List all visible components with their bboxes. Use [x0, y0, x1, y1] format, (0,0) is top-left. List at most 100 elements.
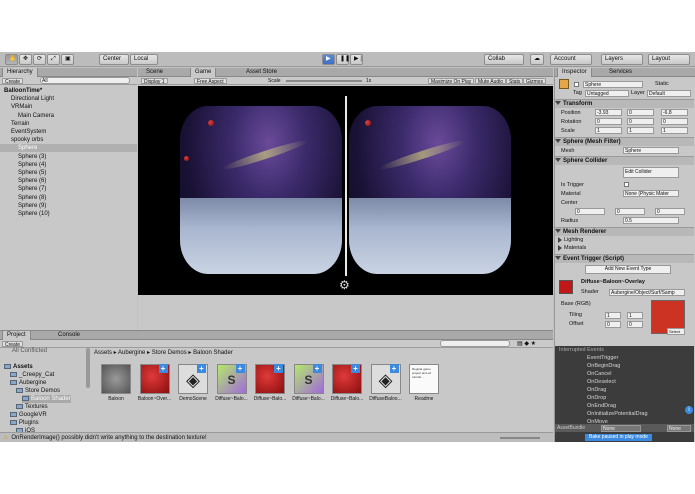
offset-y[interactable]: 0 — [627, 321, 643, 328]
expand-plus-icon[interactable]: + — [312, 364, 322, 373]
mesh-field[interactable]: Sphere — [623, 147, 679, 154]
hierarchy-item[interactable]: Sphere (6) — [0, 177, 137, 185]
event-trigger-header[interactable]: Event Trigger (Script) — [555, 254, 694, 263]
folder-item[interactable]: Textures — [16, 403, 48, 411]
tab-console[interactable]: Console — [54, 331, 84, 340]
center-y[interactable]: 0 — [615, 208, 645, 215]
folder-item[interactable]: Baloon Shader — [22, 395, 71, 403]
event-type-item[interactable]: OnBeginDrag — [587, 362, 620, 370]
pause-button[interactable]: ❚❚ — [336, 54, 350, 65]
expand-plus-icon[interactable]: + — [235, 364, 245, 373]
stats-toggle[interactable]: Stats — [506, 78, 524, 85]
hierarchy-item[interactable]: Sphere (10) — [0, 210, 137, 218]
object-name-input[interactable]: Sphere — [583, 81, 643, 88]
hierarchy-item[interactable]: Directional Light — [0, 95, 137, 103]
hierarchy-item[interactable]: Sphere (3) — [0, 153, 137, 161]
step-button[interactable]: ▶❘ — [350, 54, 364, 65]
event-type-item[interactable]: OnDrop — [587, 394, 606, 402]
asset-item[interactable]: Baloon — [97, 364, 135, 412]
asset-item[interactable]: + Diffuse~Balo... — [328, 364, 366, 412]
tab-inspector[interactable]: Inspector — [557, 68, 592, 77]
asset-item[interactable]: S + Diffuse~Balo... — [290, 364, 328, 412]
static-checkbox[interactable]: Static — [655, 81, 669, 87]
account-dropdown[interactable]: Account — [550, 54, 592, 65]
event-type-item[interactable]: OnInitializePotentialDrag — [587, 410, 648, 418]
active-checkbox[interactable] — [573, 81, 579, 87]
project-search-input[interactable] — [440, 340, 510, 347]
asset-item[interactable]: + Baloon~Over... — [136, 364, 174, 412]
expand-plus-icon[interactable]: + — [389, 364, 399, 373]
asset-bundle-dropdown[interactable]: None — [601, 425, 641, 432]
scale-z[interactable]: 1 — [661, 127, 688, 134]
shader-dropdown[interactable]: Aubergine/Object/Surf/Samp — [609, 289, 685, 296]
mesh-renderer-header[interactable]: Mesh Renderer — [555, 227, 694, 236]
icon-size-slider[interactable] — [500, 437, 540, 439]
edit-collider-button[interactable]: Edit Collider — [623, 167, 679, 178]
gear-icon[interactable]: ⚙ — [339, 279, 350, 291]
tab-game[interactable]: Game — [190, 68, 217, 77]
position-z[interactable]: -6.8 — [661, 109, 688, 116]
scale-x[interactable]: 1 — [595, 127, 622, 134]
hierarchy-item[interactable]: BalloonTime* — [0, 87, 137, 95]
sphere-collider-header[interactable]: Sphere Collider — [555, 156, 694, 165]
aspect-dropdown[interactable]: Free Aspect — [194, 78, 227, 85]
hierarchy-create-button[interactable]: Create — [2, 78, 24, 85]
filter-icons[interactable]: ▤ ◆ ★ — [517, 340, 536, 348]
folder-item[interactable]: Aubergine — [10, 379, 46, 387]
hand-tool-icon[interactable]: ✋ — [5, 54, 18, 65]
hierarchy-item[interactable]: EventSystem — [0, 128, 137, 136]
breadcrumb-item[interactable]: Store Demos — [152, 350, 187, 356]
hierarchy-item[interactable]: Sphere (9) — [0, 202, 137, 210]
materials-row[interactable]: Materials — [555, 244, 694, 252]
status-bar[interactable]: ⚠ OnRenderImage() possibly didn't write a… — [0, 432, 553, 442]
info-icon[interactable]: i — [685, 406, 693, 414]
tiling-y[interactable]: 1 — [627, 312, 643, 319]
pivot-center-button[interactable]: Center — [99, 54, 129, 65]
scale-tool-icon[interactable]: ⤢ — [47, 54, 60, 65]
folder-item[interactable]: Assets — [4, 363, 33, 371]
tab-hierarchy[interactable]: Hierarchy — [2, 68, 38, 77]
display-dropdown[interactable]: Display 1 — [141, 78, 168, 85]
tab-project[interactable]: Project — [2, 331, 31, 340]
event-type-item[interactable]: OnCancel — [587, 370, 611, 378]
event-type-item[interactable]: OnEndDrag — [587, 402, 616, 410]
event-type-item[interactable]: OnDrag — [587, 386, 606, 394]
asset-item[interactable]: ◈ + DemoScene — [174, 364, 212, 412]
asset-item[interactable]: Regular game project and ed tutorial... R… — [405, 364, 443, 412]
asset-item[interactable]: + Diffuse~Balo... — [251, 364, 289, 412]
hierarchy-item[interactable]: Sphere — [0, 144, 137, 153]
center-x[interactable]: 0 — [575, 208, 605, 215]
breadcrumb-item[interactable]: Assets — [94, 350, 112, 356]
asset-item[interactable]: S + Diffuse~Balo... — [213, 364, 251, 412]
add-event-type-button[interactable]: Add New Event Type — [585, 265, 671, 274]
tab-services[interactable]: Services — [605, 68, 636, 77]
hierarchy-search-input[interactable]: All — [40, 77, 130, 84]
scale-slider[interactable] — [286, 80, 362, 82]
rotation-z[interactable]: 0 — [661, 118, 688, 125]
mesh-filter-header[interactable]: Sphere (Mesh Filter) — [555, 137, 694, 146]
hierarchy-item[interactable]: spooky orbs — [0, 136, 137, 144]
breadcrumb-item[interactable]: Baloon Shader — [193, 350, 233, 356]
folder-item[interactable]: GoogleVR — [10, 411, 47, 419]
rotate-tool-icon[interactable]: ⟳ — [33, 54, 46, 65]
event-type-item[interactable]: EventTrigger — [587, 354, 618, 362]
tab-asset-store[interactable]: Asset Store — [242, 68, 281, 77]
hierarchy-item[interactable]: Sphere (8) — [0, 194, 137, 202]
center-z[interactable]: 0 — [655, 208, 685, 215]
hierarchy-item[interactable]: Sphere (7) — [0, 185, 137, 193]
layers-dropdown[interactable]: Layers — [601, 54, 643, 65]
move-tool-icon[interactable]: ✥ — [19, 54, 32, 65]
texture-select-button[interactable]: Select — [667, 328, 685, 335]
hierarchy-item[interactable]: Sphere (5) — [0, 169, 137, 177]
play-button[interactable]: ▶ — [322, 54, 335, 65]
layout-dropdown[interactable]: Layout — [648, 54, 690, 65]
position-x[interactable]: -3.93 — [595, 109, 622, 116]
event-type-item[interactable]: OnDeselect — [587, 378, 616, 386]
tiling-x[interactable]: 1 — [605, 312, 621, 319]
collab-filter-row[interactable]: All Conflicted — [12, 347, 47, 355]
layer-dropdown[interactable]: Default — [647, 90, 691, 97]
expand-plus-icon[interactable]: + — [274, 364, 283, 373]
pivot-local-button[interactable]: Local — [130, 54, 158, 65]
asset-bundle-variant-dropdown[interactable]: None — [667, 425, 691, 432]
cloud-icon[interactable]: ☁ — [530, 54, 544, 65]
